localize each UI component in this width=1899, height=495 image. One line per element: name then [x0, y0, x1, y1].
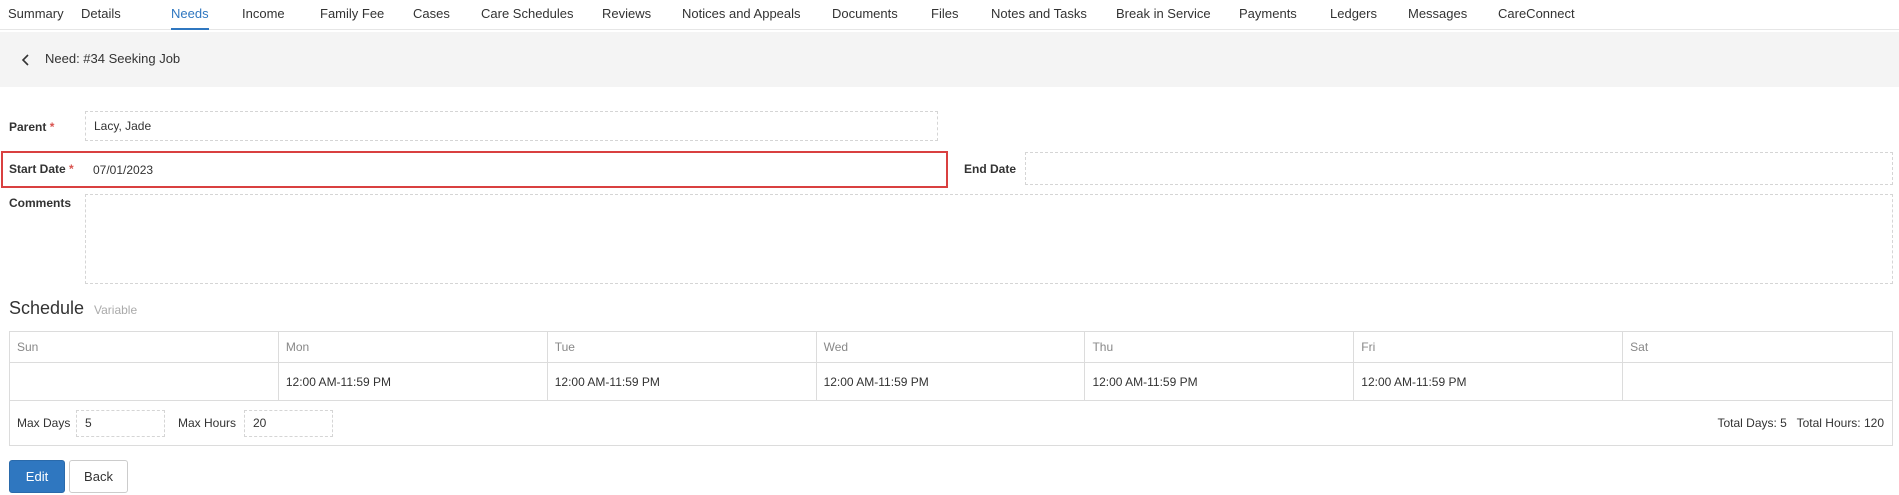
max-days-label: Max Days: [17, 416, 71, 430]
time-cell-sat: [1623, 363, 1892, 400]
tab-needs[interactable]: Needs: [171, 0, 209, 30]
schedule-table: Sun Mon Tue Wed Thu Fri Sat 12:00 AM-11:…: [9, 331, 1893, 446]
tab-summary[interactable]: Summary: [8, 0, 64, 30]
end-date-label: End Date: [964, 162, 1017, 176]
schedule-totals: Total Days: 5 Total Hours: 120: [1717, 416, 1884, 430]
day-header-thu: Thu: [1085, 332, 1355, 362]
time-cell-fri: 12:00 AM-11:59 PM: [1354, 363, 1624, 400]
tab-notes-and-tasks[interactable]: Notes and Tasks: [991, 0, 1087, 30]
tab-reviews[interactable]: Reviews: [602, 0, 651, 30]
time-cell-tue: 12:00 AM-11:59 PM: [548, 363, 817, 400]
max-hours-label: Max Hours: [178, 416, 237, 430]
day-header-wed: Wed: [817, 332, 1086, 362]
comments-label: Comments: [9, 196, 72, 210]
time-cell-wed: 12:00 AM-11:59 PM: [817, 363, 1086, 400]
tab-details[interactable]: Details: [81, 0, 121, 30]
start-date-label: Start Date *: [9, 162, 74, 176]
schedule-mode: Variable: [94, 303, 138, 317]
edit-button[interactable]: Edit: [9, 460, 65, 493]
tab-ledgers[interactable]: Ledgers: [1330, 0, 1377, 30]
page-header: [0, 32, 1899, 87]
schedule-footer: Max Days 5 Max Hours 20 Total Days: 5 To…: [10, 401, 1892, 445]
back-button[interactable]: Back: [69, 460, 128, 493]
tab-cases[interactable]: Cases: [413, 0, 450, 30]
day-header-fri: Fri: [1354, 332, 1624, 362]
tab-careconnect[interactable]: CareConnect: [1498, 0, 1575, 30]
day-header-mon: Mon: [279, 332, 548, 362]
schedule-times-row: 12:00 AM-11:59 PM 12:00 AM-11:59 PM 12:0…: [10, 363, 1892, 401]
day-header-sat: Sat: [1630, 340, 1649, 354]
tab-payments[interactable]: Payments: [1239, 0, 1297, 30]
tab-break-in-service[interactable]: Break in Service: [1116, 0, 1211, 30]
schedule-header-row: Sun Mon Tue Wed Thu Fri Sat: [10, 332, 1892, 363]
tab-messages[interactable]: Messages: [1408, 0, 1467, 30]
time-cell-mon: 12:00 AM-11:59 PM: [279, 363, 548, 400]
tab-family-fee[interactable]: Family Fee: [320, 0, 384, 30]
max-hours-input[interactable]: 20: [244, 409, 333, 437]
chevron-left-icon[interactable]: [20, 53, 32, 67]
parent-field[interactable]: Lacy, Jade: [85, 111, 938, 141]
tab-income[interactable]: Income: [242, 0, 285, 30]
comments-field[interactable]: [85, 194, 1893, 284]
time-cell-thu: 12:00 AM-11:59 PM: [1085, 363, 1355, 400]
tab-notices-and-appeals[interactable]: Notices and Appeals: [682, 0, 801, 30]
tab-files[interactable]: Files: [931, 0, 958, 30]
max-days-input[interactable]: 5: [76, 409, 165, 437]
page-title: Need: #34 Seeking Job: [45, 51, 181, 66]
record-tabs: Summary Details Needs Income Family Fee …: [0, 0, 1899, 30]
schedule-title: Schedule: [9, 298, 85, 318]
time-cell-sun: [10, 363, 279, 400]
day-header-tue: Tue: [548, 332, 817, 362]
end-date-field[interactable]: [1025, 152, 1893, 185]
parent-label: Parent *: [9, 120, 55, 134]
day-header-sun: Sun: [10, 332, 279, 362]
tab-care-schedules[interactable]: Care Schedules: [481, 0, 574, 30]
tab-documents[interactable]: Documents: [832, 0, 898, 30]
start-date-field[interactable]: 07/01/2023: [85, 154, 945, 185]
